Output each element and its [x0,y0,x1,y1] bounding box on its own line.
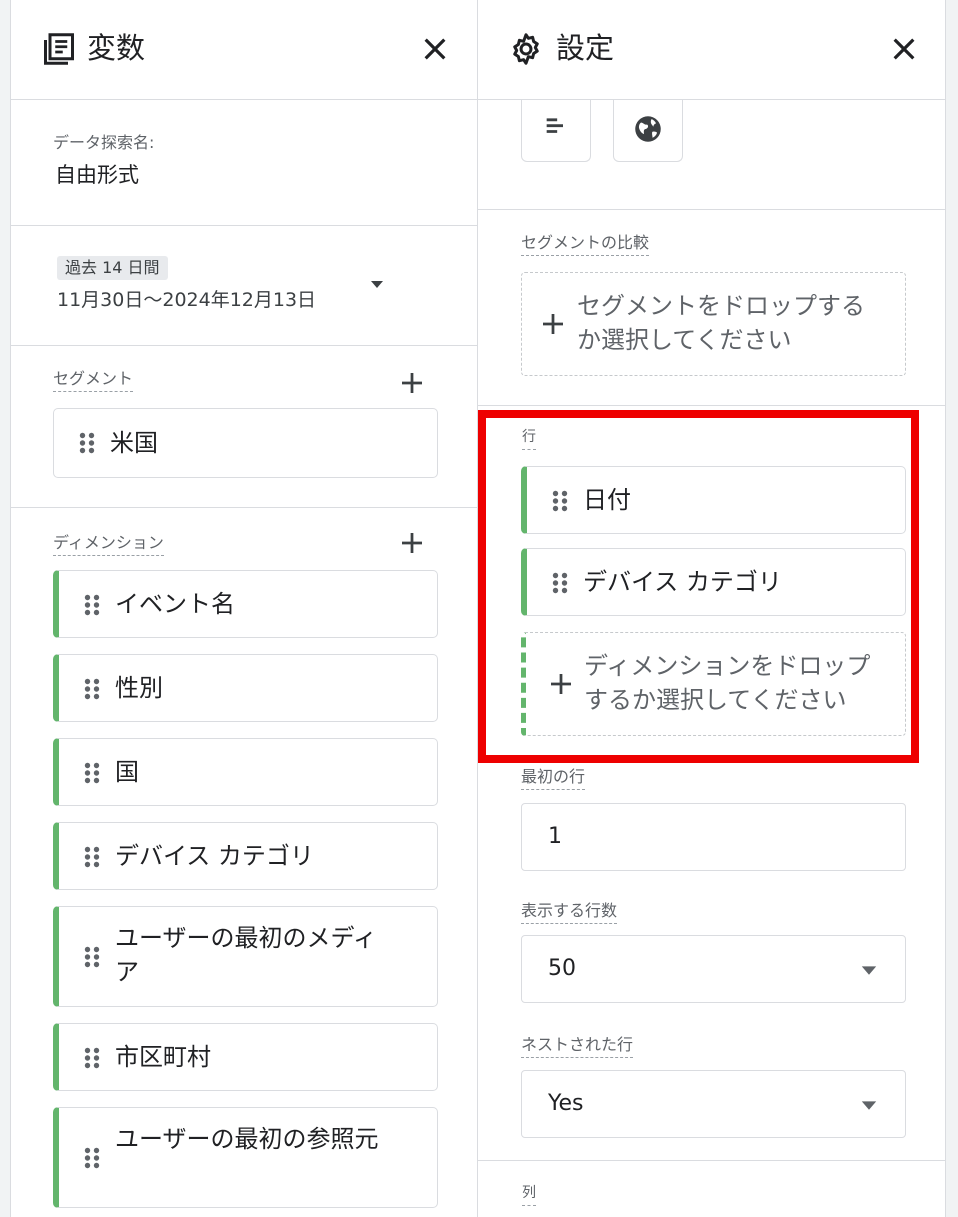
visualization-section [478,100,945,210]
dimension-chip[interactable]: デバイス カテゴリ [53,822,438,890]
variables-header: 変数 [11,0,477,100]
dimension-chip[interactable]: 性別 [53,654,438,722]
exploration-name-label: データ探索名: [53,133,155,152]
dimension-chip-label: ユーザーの最初のメディア [115,924,377,986]
start-row-heading: 最初の行 [521,766,586,790]
drag-handle-icon[interactable] [83,845,101,869]
segment-dropzone-text: セグメントをドロップするか選択してください [577,292,865,354]
dimension-chip[interactable]: ユーザーの最初の参照元 [53,1107,438,1208]
globe-icon [635,116,661,142]
divider [478,1160,945,1161]
dimension-chip-label: 市区町村 [115,1043,211,1071]
segments-heading: セグメント [53,368,134,392]
exploration-name-section: データ探索名: 自由形式 [11,100,477,226]
drag-handle-icon[interactable] [83,761,101,785]
segment-chip-label: 米国 [110,429,158,457]
horizontal-bar-icon [546,118,563,133]
close-icon[interactable] [419,33,451,65]
segment-comparison-section: セグメントの比較 セグメントをドロップするか選択してください [478,210,945,406]
nested-rows-value: Yes [548,1091,584,1116]
add-dimension-button[interactable] [397,528,427,558]
segment-chip[interactable]: 米国 [53,408,438,478]
bar-chart-button[interactable] [521,100,591,162]
dimension-chip-label: 性別 [115,674,163,702]
drag-handle-icon[interactable] [83,677,101,701]
plus-icon [543,314,563,334]
date-range-text: 11月30日～2024年12月13日 [57,289,317,311]
nested-rows-select[interactable]: Yes [521,1070,906,1138]
chevron-down-icon [861,1101,877,1110]
exploration-name-input[interactable]: 自由形式 [55,160,139,190]
segments-section: セグメント 米国 [11,346,477,508]
dimensions-section: ディメンション イベント名 性別 国 デバイス カテゴリ ユーザーの最初のメディ… [11,508,477,1217]
variables-icon [44,33,74,65]
columns-heading: 列 [522,1182,536,1206]
dimensions-heading: ディメンション [53,532,164,556]
settings-header: 設定 [478,0,945,100]
segment-dropzone[interactable]: セグメントをドロップするか選択してください [521,272,906,376]
dimension-chip-label: デバイス カテゴリ [115,842,314,870]
dimension-chip-label: イベント名 [115,590,235,618]
dimension-chip-label: 国 [115,758,139,786]
segment-comparison-heading: セグメントの比較 [521,232,650,256]
drag-handle-icon[interactable] [83,1046,101,1070]
dimension-chip-label: ユーザーの最初の参照元 [115,1125,379,1153]
drag-handle-icon[interactable] [83,945,101,969]
start-row-value: 1 [548,824,562,849]
drag-handle-icon[interactable] [78,431,96,455]
show-rows-value: 50 [548,956,576,981]
variables-panel: 変数 データ探索名: 自由形式 過去 14 日間 11月30日～2024年12月… [10,0,478,1217]
start-row-input[interactable]: 1 [521,803,906,871]
dimension-chip[interactable]: 市区町村 [53,1023,438,1091]
chevron-down-icon [861,966,877,975]
dimension-chip[interactable]: イベント名 [53,570,438,638]
settings-title: 設定 [556,31,615,65]
dimension-chip[interactable]: 国 [53,738,438,806]
show-rows-select[interactable]: 50 [521,935,906,1003]
variables-title: 変数 [87,31,146,65]
date-range-badge: 過去 14 日間 [57,256,168,280]
chevron-down-icon[interactable] [369,278,385,290]
gear-icon [513,33,539,65]
close-icon[interactable] [888,33,920,65]
highlight-box [478,410,919,763]
date-range-section[interactable]: 過去 14 日間 11月30日～2024年12月13日 [11,226,477,346]
drag-handle-icon[interactable] [83,593,101,617]
dimension-chip[interactable]: ユーザーの最初のメディア [53,906,438,1007]
nested-rows-heading: ネストされた行 [521,1034,634,1058]
geo-map-button[interactable] [613,100,683,162]
drag-handle-icon[interactable] [83,1146,101,1170]
add-segment-button[interactable] [397,368,427,398]
show-rows-heading: 表示する行数 [521,900,618,924]
